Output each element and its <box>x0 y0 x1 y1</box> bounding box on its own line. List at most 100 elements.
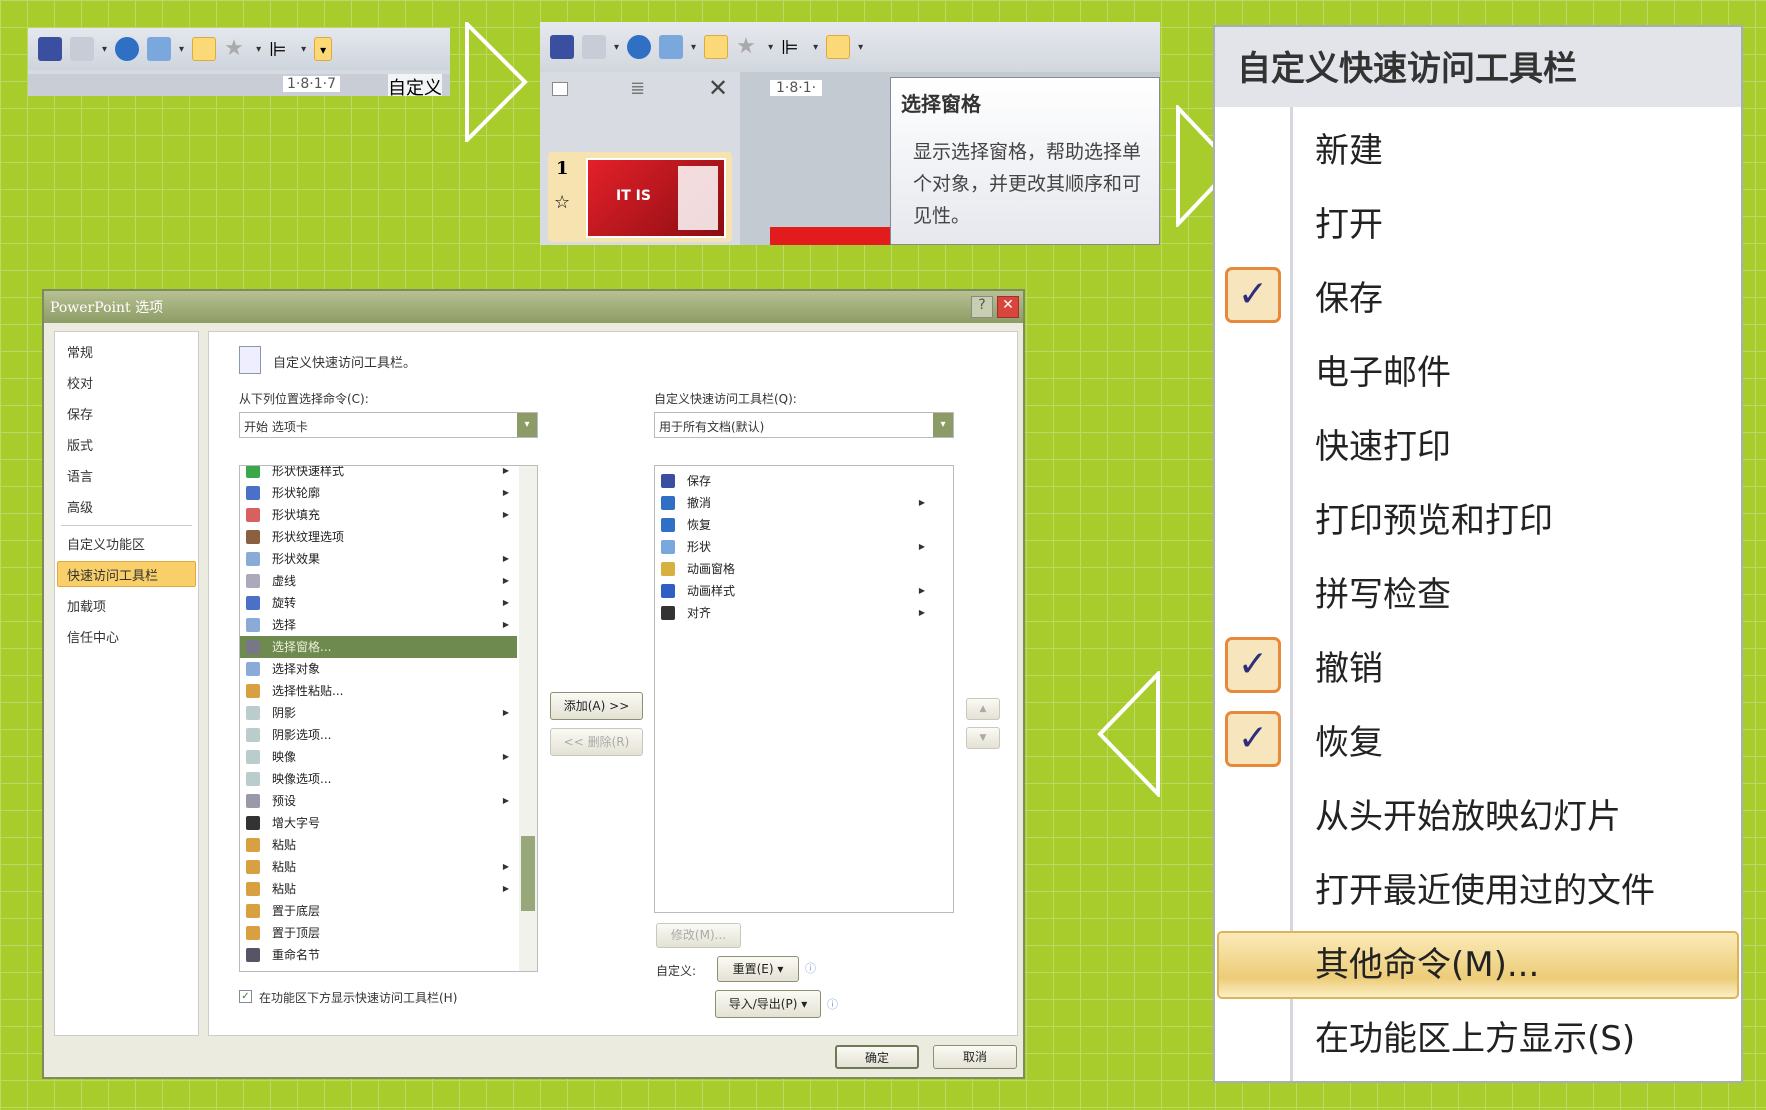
selection-pane-icon[interactable] <box>826 35 851 59</box>
command-item[interactable]: 映像选项... <box>240 768 517 790</box>
undo-icon[interactable] <box>70 37 94 61</box>
menu-item[interactable]: 拼写检查 <box>1315 567 1451 616</box>
command-item[interactable]: 阴影 ▶ <box>240 702 517 724</box>
scrollbar-thumb[interactable] <box>521 836 535 911</box>
nav-item[interactable]: 信任中心 <box>67 627 119 646</box>
move-up-button[interactable]: ▲ <box>966 698 1000 720</box>
slides-tab-icon[interactable] <box>552 82 568 96</box>
scrollbar[interactable] <box>519 466 537 971</box>
menu-item[interactable]: 打开 <box>1315 197 1383 246</box>
nav-item[interactable]: 快速访问工具栏 <box>67 565 158 584</box>
star-icon[interactable]: ★ <box>736 35 760 59</box>
chevron-down-icon[interactable]: ▾ <box>933 413 953 437</box>
menu-item[interactable]: 打开最近使用过的文件 <box>1315 863 1655 912</box>
command-item[interactable]: 形状纹理选项 <box>240 526 517 548</box>
menu-item[interactable]: 打印预览和打印 <box>1315 493 1553 542</box>
command-item[interactable]: 形状快速样式 ▶ <box>240 466 517 482</box>
shapes-icon[interactable] <box>147 37 172 61</box>
nav-item[interactable]: 加载项 <box>67 596 106 615</box>
qat-list[interactable]: 保存 撤消 ▶ 恢复 形状 ▶ 动画窗格 动画样式 ▶ 对齐 ▶ <box>654 465 954 913</box>
menu-item[interactable]: 其他命令(M)... <box>1315 937 1539 986</box>
command-item[interactable]: 增大字号 <box>240 812 517 834</box>
submenu-arrow-icon: ▶ <box>502 620 509 629</box>
command-item[interactable]: 粘贴 ▶ <box>240 856 517 878</box>
qat-item[interactable]: 保存 <box>655 470 933 492</box>
command-item[interactable]: 选择对象 <box>240 658 517 680</box>
star-icon[interactable]: ★ <box>224 37 248 61</box>
qat-item[interactable]: 对齐 ▶ <box>655 602 933 624</box>
cancel-button[interactable]: 取消 <box>933 1045 1017 1069</box>
commands-list[interactable]: 形状快速样式 ▶ 形状轮廓 ▶ 形状填充 ▶ 形状纹理选项 形状效果 ▶ 虚线 ▶ 旋转 ▶ 选择 ▶ 选择窗… <box>239 465 538 972</box>
show-below-label[interactable]: 在功能区下方显示快速访问工具栏(H) <box>259 989 457 1006</box>
show-below-checkbox[interactable]: ✓ <box>239 990 252 1003</box>
nav-item[interactable]: 高级 <box>67 497 93 516</box>
save-icon[interactable] <box>38 37 62 61</box>
command-item[interactable]: 阴影选项... <box>240 724 517 746</box>
command-item[interactable]: 粘贴 ▶ <box>240 878 517 900</box>
nav-item[interactable]: 自定义功能区 <box>67 534 145 553</box>
qat-item[interactable]: 恢复 <box>655 514 933 536</box>
close-icon[interactable]: ✕ <box>997 296 1019 318</box>
submenu-arrow-icon: ▶ <box>502 862 509 871</box>
remove-button[interactable]: << 删除(R) <box>550 728 643 756</box>
command-icon <box>246 552 260 566</box>
command-item[interactable]: 虚线 ▶ <box>240 570 517 592</box>
undo-icon[interactable] <box>582 35 606 59</box>
customize-qat-select[interactable]: 用于所有文档(默认) ▾ <box>654 412 954 438</box>
qat-item[interactable]: 动画样式 ▶ <box>655 580 933 602</box>
import-export-button[interactable]: 导入/导出(P) ▾ <box>715 990 821 1018</box>
align-icon[interactable]: ⊫ <box>269 37 293 61</box>
modify-button[interactable]: 修改(M)... <box>656 923 741 948</box>
reset-button[interactable]: 重置(E) ▾ <box>717 956 799 982</box>
menu-item[interactable]: 撤销 <box>1315 641 1383 690</box>
command-item[interactable]: 选择性粘贴... <box>240 680 517 702</box>
nav-item[interactable]: 校对 <box>67 373 93 392</box>
menu-item[interactable]: 在功能区上方显示(S) <box>1315 1011 1635 1060</box>
menu-item[interactable]: 恢复 <box>1315 715 1383 764</box>
nav-item[interactable]: 常规 <box>67 342 93 361</box>
command-item[interactable]: 置于底层 <box>240 900 517 922</box>
animation-pane-icon[interactable] <box>704 35 729 59</box>
command-item[interactable]: 形状效果 ▶ <box>240 548 517 570</box>
menu-item[interactable]: 保存 <box>1315 271 1383 320</box>
chevron-down-icon[interactable]: ▾ <box>517 413 537 437</box>
menu-item[interactable]: 新建 <box>1315 123 1383 172</box>
command-icon <box>661 606 675 620</box>
animation-pane-icon[interactable] <box>192 37 217 61</box>
command-item[interactable]: 选择 ▶ <box>240 614 517 636</box>
ok-button[interactable]: 确定 <box>835 1045 919 1069</box>
save-icon[interactable] <box>550 35 574 59</box>
menu-item[interactable]: 从头开始放映幻灯片 <box>1315 789 1621 838</box>
qat-item[interactable]: 撤消 ▶ <box>655 492 933 514</box>
help-icon[interactable]: ? <box>971 296 993 318</box>
command-item[interactable]: 置于顶层 <box>240 922 517 944</box>
customize-dropdown-icon[interactable]: ▾ <box>314 37 333 61</box>
qat-item[interactable]: 形状 ▶ <box>655 536 933 558</box>
redo-icon[interactable] <box>627 35 652 59</box>
close-pane-icon[interactable]: ✕ <box>708 74 728 102</box>
command-item[interactable]: 形状填充 ▶ <box>240 504 517 526</box>
command-item[interactable]: 预设 ▶ <box>240 790 517 812</box>
nav-item[interactable]: 版式 <box>67 435 93 454</box>
command-item[interactable]: 形状轮廓 ▶ <box>240 482 517 504</box>
nav-item[interactable]: 语言 <box>67 466 93 485</box>
command-item[interactable]: 旋转 ▶ <box>240 592 517 614</box>
shapes-icon[interactable] <box>659 35 684 59</box>
menu-item[interactable]: 快速打印 <box>1315 419 1451 468</box>
align-icon[interactable]: ⊫ <box>781 35 805 59</box>
submenu-arrow-icon: ▶ <box>502 708 509 717</box>
move-down-button[interactable]: ▼ <box>966 727 1000 749</box>
command-item[interactable]: 映像 ▶ <box>240 746 517 768</box>
outline-tab-icon[interactable]: ≣ <box>630 78 645 99</box>
customize-dropdown-icon[interactable]: ▾ <box>858 42 863 53</box>
command-item[interactable]: 选择窗格... <box>240 636 517 658</box>
command-item[interactable]: 粘贴 <box>240 834 517 856</box>
nav-item[interactable]: 保存 <box>67 404 93 423</box>
qat-item[interactable]: 动画窗格 <box>655 558 933 580</box>
add-button[interactable]: 添加(A) >> <box>550 692 643 720</box>
redo-icon[interactable] <box>115 37 140 61</box>
menu-item[interactable]: 电子邮件 <box>1315 345 1451 394</box>
slide-thumbnail[interactable]: 1 ☆ IT IS <box>548 152 732 242</box>
choose-commands-select[interactable]: 开始 选项卡 ▾ <box>239 412 538 438</box>
command-item[interactable]: 重命名节 <box>240 944 517 966</box>
